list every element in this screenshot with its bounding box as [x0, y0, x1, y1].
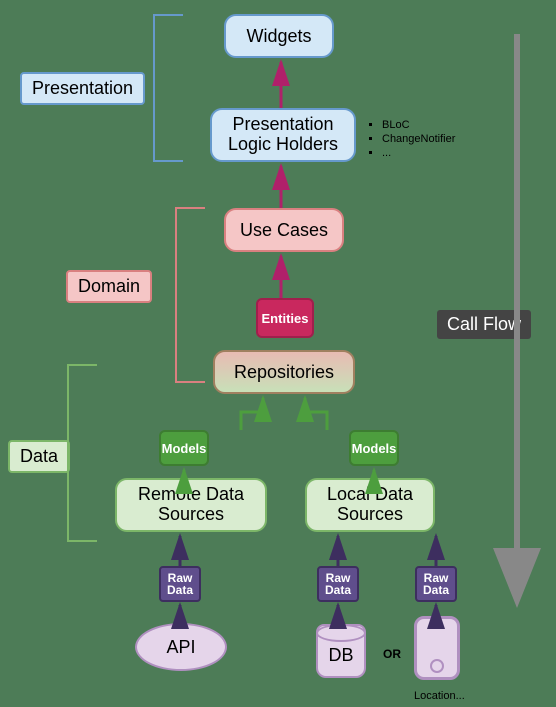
raw1b: Data [167, 584, 193, 596]
remote-line2: Sources [158, 505, 224, 525]
bracket-presentation [153, 14, 183, 162]
presentation-logic-holders-box: Presentation Logic Holders [210, 108, 356, 162]
bullet-1: BLoC [382, 119, 455, 131]
bracket-domain [175, 207, 205, 383]
call-flow-label: Call Flow [437, 310, 531, 339]
or-label: OR [383, 647, 401, 661]
plh-bullets: BLoC ChangeNotifier ... [370, 117, 455, 161]
bullet-2: ChangeNotifier [382, 133, 455, 145]
local-data-sources-box: Local Data Sources [305, 478, 435, 532]
models-box-2: Models [349, 430, 399, 466]
entities-box: Entities [256, 298, 314, 338]
repositories-box: Repositories [213, 350, 355, 394]
location-label: Location... [414, 690, 465, 702]
raw3b: Data [423, 584, 449, 596]
bullet-3: ... [382, 147, 455, 159]
raw-data-1: Raw Data [159, 566, 201, 602]
local-line1: Local Data [327, 485, 413, 505]
raw2b: Data [325, 584, 351, 596]
bracket-data [67, 364, 97, 542]
phone-icon [414, 616, 460, 680]
plh-line1: Presentation [232, 115, 333, 135]
remote-data-sources-box: Remote Data Sources [115, 478, 267, 532]
widgets-box: Widgets [224, 14, 334, 58]
raw-data-2: Raw Data [317, 566, 359, 602]
api-cloud: API [135, 623, 227, 671]
models-box-1: Models [159, 430, 209, 466]
layer-data-label: Data [8, 440, 70, 473]
layer-presentation-label: Presentation [20, 72, 145, 105]
usecases-box: Use Cases [224, 208, 344, 252]
layer-domain-label: Domain [66, 270, 152, 303]
remote-line1: Remote Data [138, 485, 244, 505]
db-cylinder: DB [316, 624, 366, 678]
local-line2: Sources [337, 505, 403, 525]
plh-line2: Logic Holders [228, 135, 338, 155]
raw-data-3: Raw Data [415, 566, 457, 602]
